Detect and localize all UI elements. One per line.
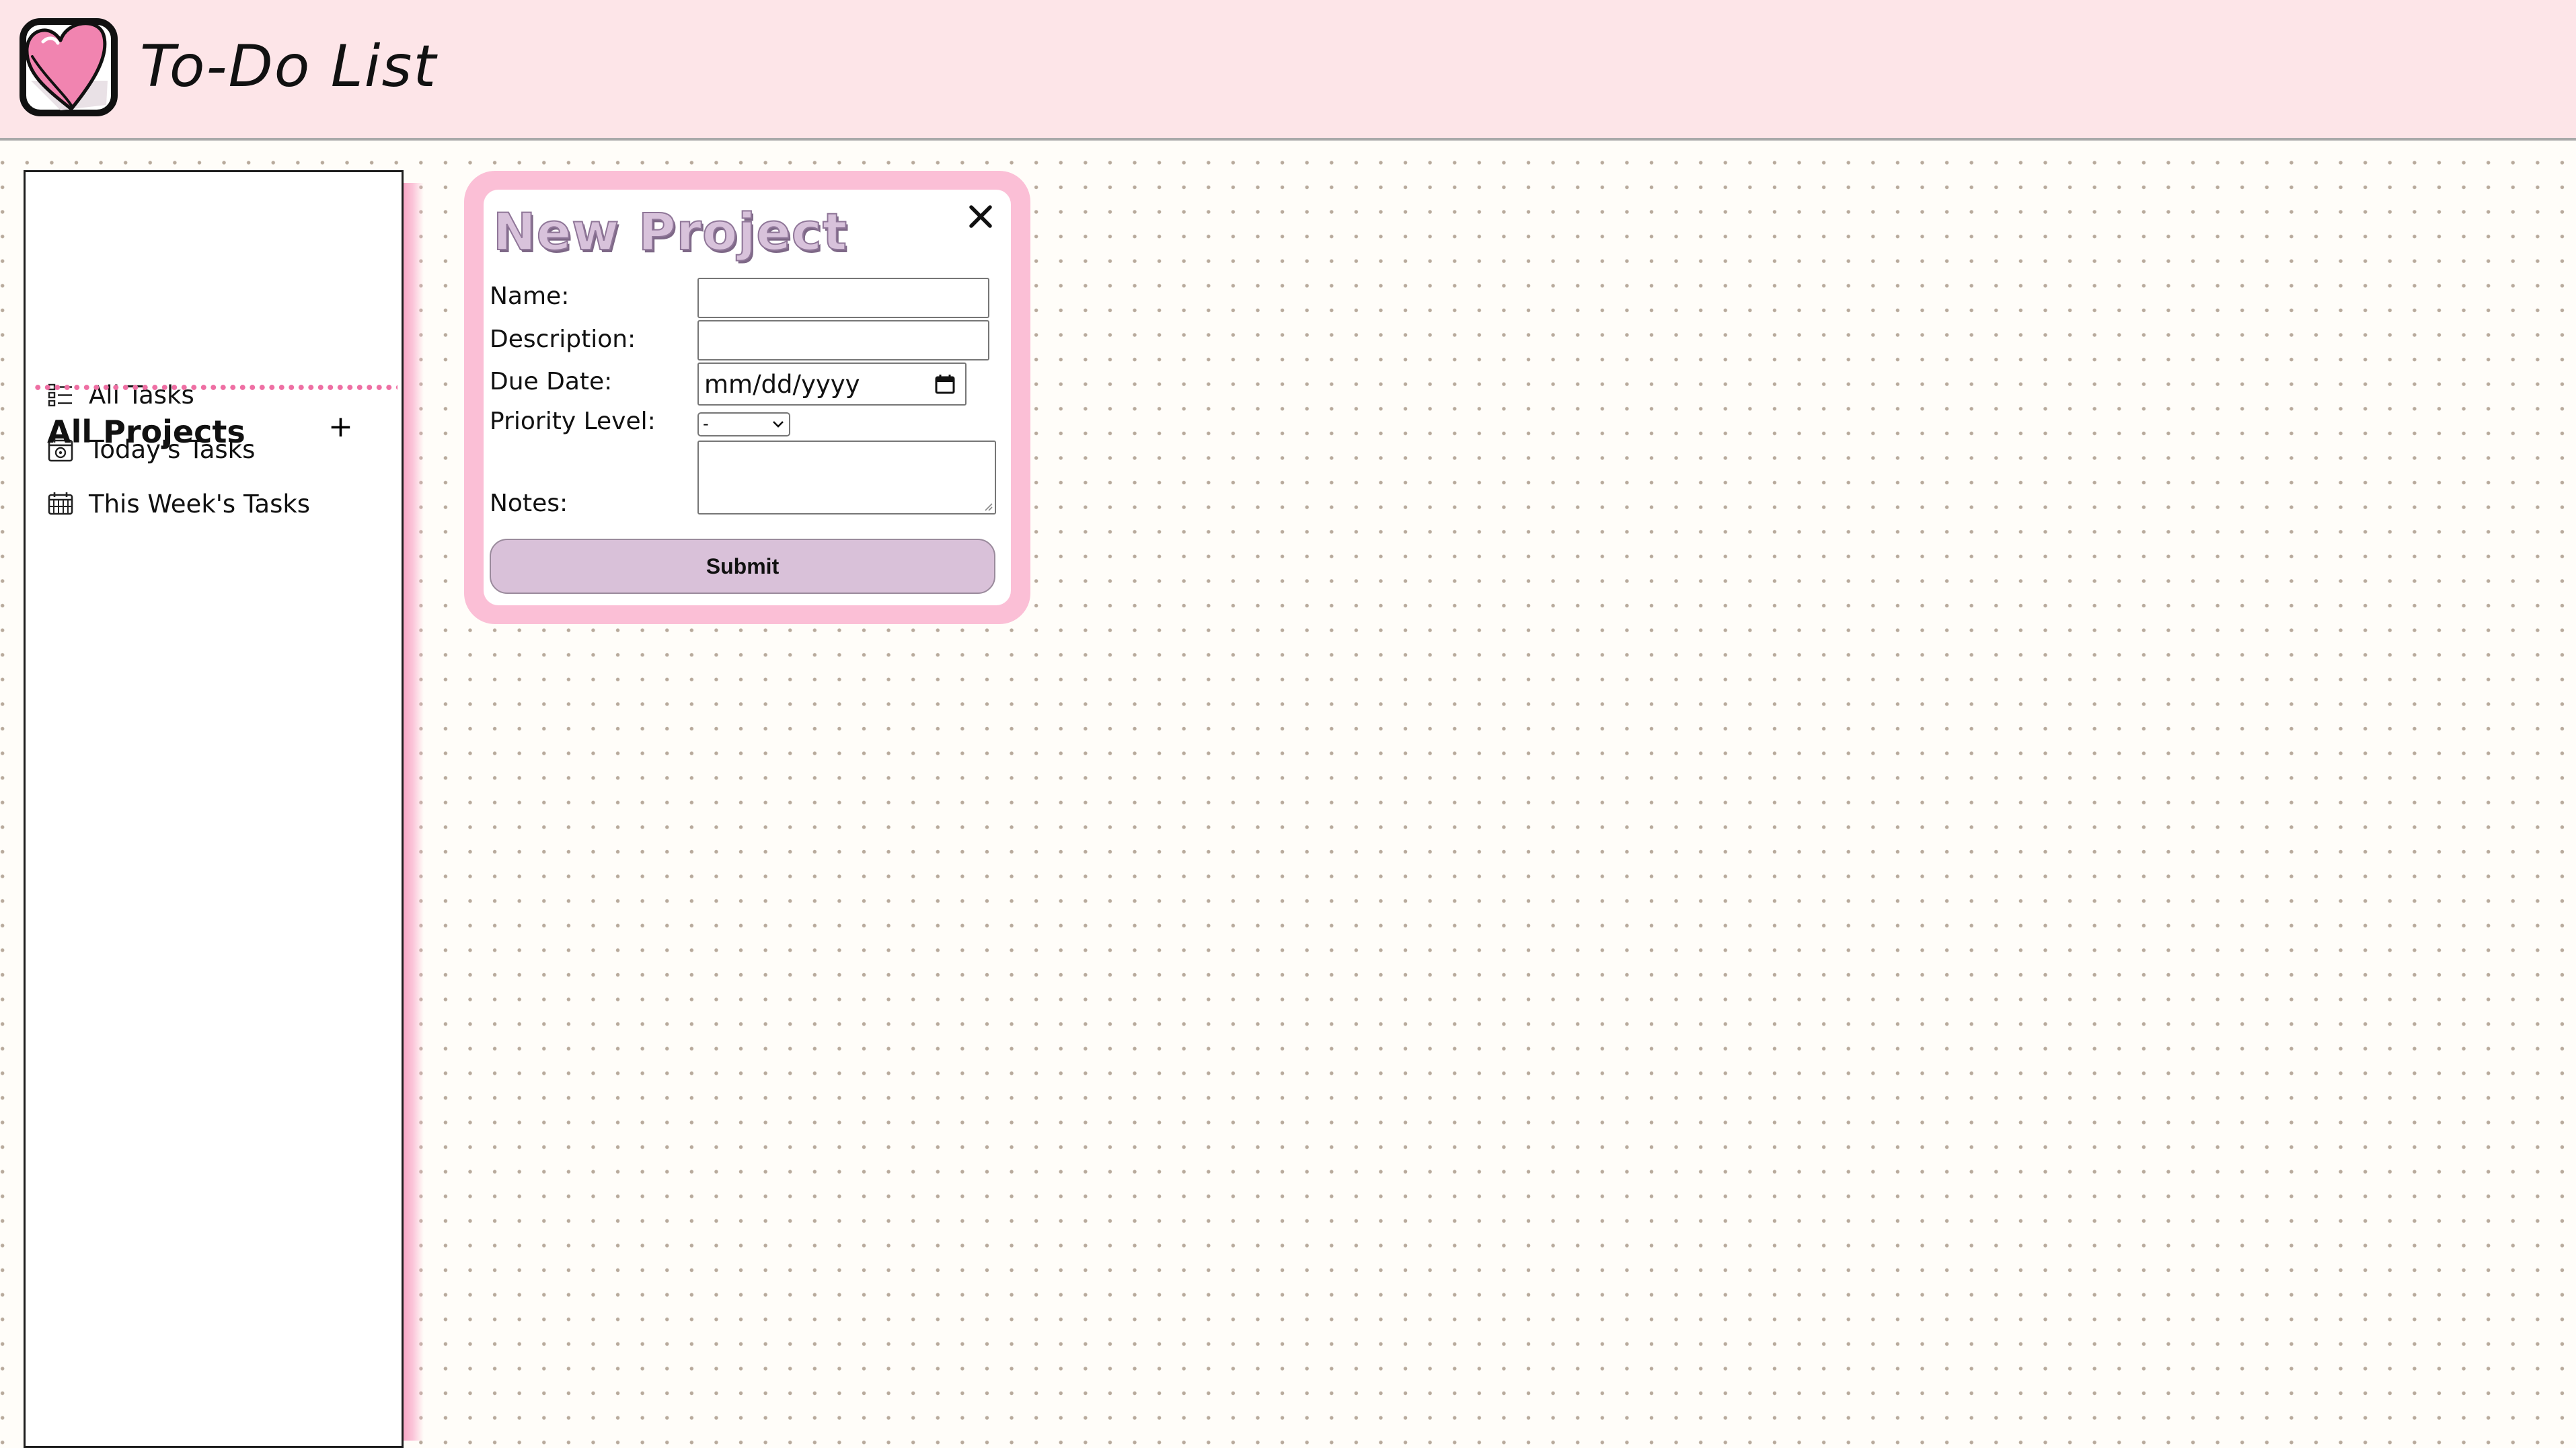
notes-label: Notes: [490, 490, 568, 517]
sidebar-shadow [404, 183, 424, 1441]
new-project-modal: New Project Name: Description: Due Date:… [464, 171, 1030, 624]
priority-label: Priority Level: [490, 408, 656, 435]
app-title: To-Do List [140, 33, 438, 100]
name-field[interactable] [697, 278, 989, 318]
resize-grip-icon[interactable] [983, 501, 993, 512]
submit-button[interactable]: Submit [490, 539, 995, 594]
new-project-form: New Project Name: Description: Due Date:… [484, 190, 1011, 605]
description-label: Description: [490, 326, 636, 353]
sidebar-item-all-tasks[interactable]: All Tasks [47, 375, 194, 415]
priority-selected-value: - [703, 414, 709, 433]
name-label: Name: [490, 282, 570, 310]
calendar-week-icon [47, 490, 74, 517]
due-date-label: Due Date: [490, 368, 613, 395]
chevron-down-icon [773, 421, 784, 428]
sidebar-item-weeks-tasks[interactable]: This Week's Tasks [47, 484, 310, 524]
calendar-picker-icon[interactable] [934, 373, 956, 395]
projects-heading: All Projects [47, 414, 245, 450]
heart-checkbox-icon [20, 18, 118, 116]
sidebar: All Tasks Today's Tasks This Week's Task… [24, 170, 404, 1448]
sidebar-item-label: This Week's Tasks [89, 489, 311, 519]
modal-title: New Project [492, 201, 848, 262]
close-icon[interactable] [966, 202, 995, 231]
priority-select[interactable]: - [697, 412, 790, 436]
due-date-field[interactable]: mm/dd/yyyy [697, 363, 967, 406]
due-date-placeholder: mm/dd/yyyy [704, 369, 860, 399]
description-field[interactable] [697, 320, 989, 360]
notes-field[interactable] [697, 441, 996, 515]
app-header: To-Do List [0, 0, 2576, 141]
sidebar-divider [33, 384, 397, 391]
add-project-button[interactable]: + [328, 412, 353, 442]
